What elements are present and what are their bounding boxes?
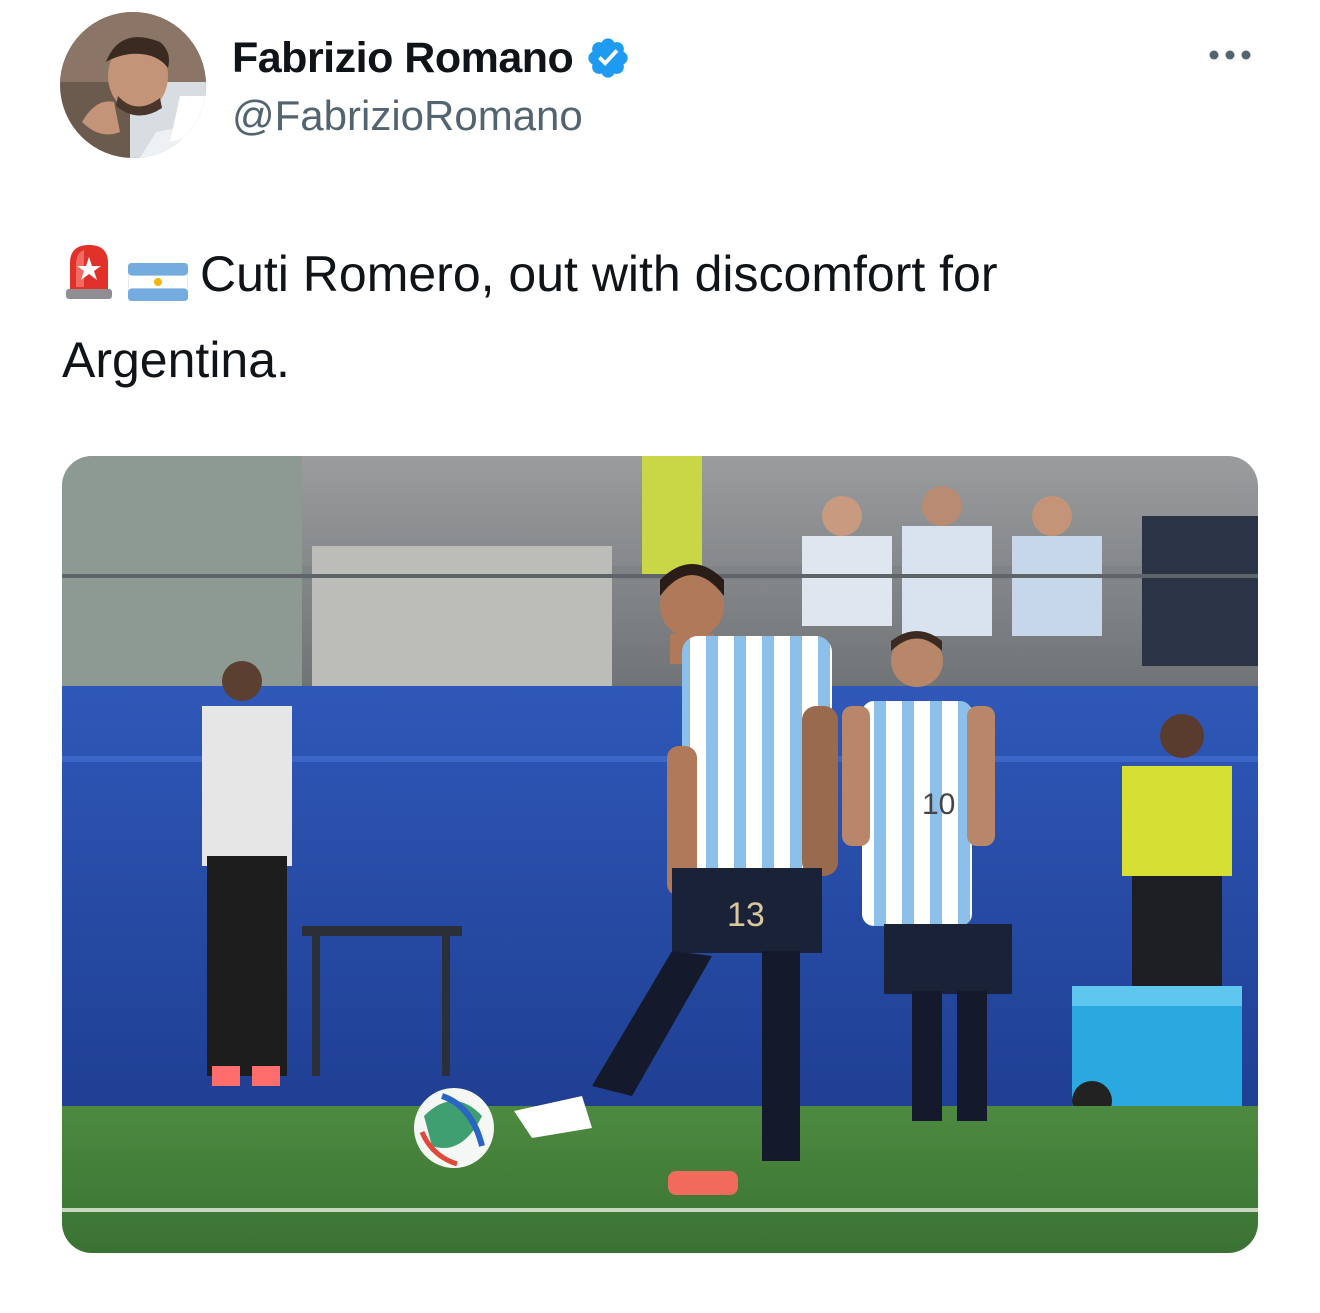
tweet-text-line-2: Argentina.	[62, 332, 290, 388]
avatar-image	[60, 12, 206, 158]
more-options-icon	[1209, 50, 1251, 60]
player-1-shirt-number: 13	[727, 896, 765, 934]
tweet-text: Cuti Romero, out with discomfort for Arg…	[62, 236, 1262, 398]
police-siren-icon	[62, 241, 116, 322]
author-display-name[interactable]: Fabrizio Romano	[232, 34, 574, 83]
author-handle[interactable]: @FabrizioRomano	[232, 92, 583, 140]
football-match-photo: 10 13	[62, 456, 1258, 1253]
author-name-row: Fabrizio Romano	[232, 30, 631, 86]
tweet-text-line-1: Cuti Romero, out with discomfort for	[200, 246, 998, 302]
player-2-shirt-number: 10	[922, 788, 955, 821]
verified-badge-icon	[588, 38, 628, 78]
more-options-button[interactable]	[1206, 42, 1254, 68]
argentina-flag-icon	[127, 246, 189, 322]
tweet-media-photo[interactable]: 10 13	[62, 456, 1258, 1253]
author-avatar[interactable]	[60, 12, 206, 158]
